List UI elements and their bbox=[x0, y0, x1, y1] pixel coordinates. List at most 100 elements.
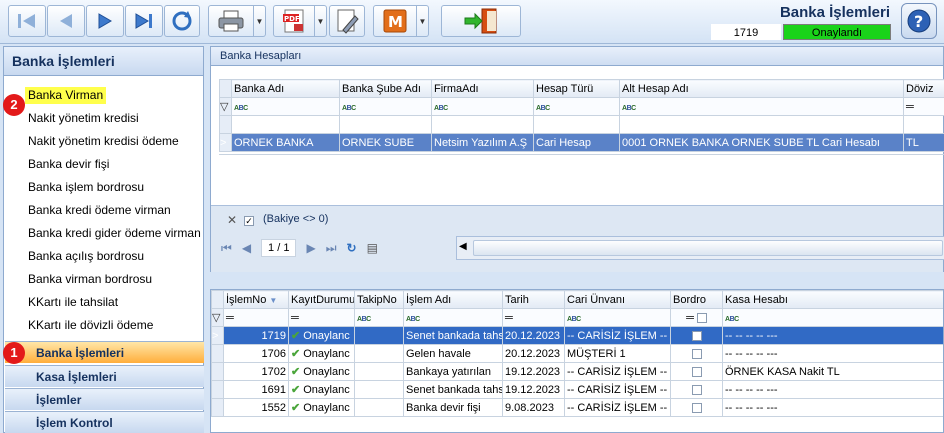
next-record-icon bbox=[98, 13, 112, 29]
edit-document-icon bbox=[337, 9, 359, 34]
nav-item[interactable]: Nakit yönetim kredisi bbox=[28, 110, 139, 127]
nav-item[interactable]: Banka açılış bordrosu bbox=[28, 248, 144, 265]
filter-cell[interactable]: ABC bbox=[619, 97, 904, 116]
bank-accounts-grid: Banka Adı Banka Şube Adı FirmaAdı Hesap … bbox=[219, 79, 944, 152]
column-header[interactable]: Cari Ünvanı bbox=[564, 290, 671, 309]
column-header[interactable]: Alt Hesap Adı bbox=[619, 79, 904, 98]
print-icon bbox=[218, 10, 244, 32]
filter-cell[interactable]: ABC bbox=[533, 97, 620, 116]
nav-item[interactable]: Banka virman bordrosu bbox=[28, 271, 152, 288]
nav-item[interactable]: KKartı ile tahsilat bbox=[28, 294, 118, 311]
table-row[interactable]: 1702 ✔ Onaylanc Bankaya yatırılan 19.12.2… bbox=[211, 362, 943, 381]
filter-cell[interactable]: ABC bbox=[231, 97, 340, 116]
nav-item[interactable]: Banka devir fişi bbox=[28, 156, 109, 173]
pager-refresh-icon[interactable]: ↻ bbox=[347, 241, 357, 255]
table-row[interactable]: 1706 ✔ Onaylanc Gelen havale 20.12.2023 M… bbox=[211, 344, 943, 363]
table-row[interactable]: > ORNEK BANKA ORNEK SUBE Netsim Yazılım … bbox=[219, 133, 944, 152]
bank-accounts-title: Banka Hesapları bbox=[211, 47, 943, 66]
toolbar: ▼ PDF ▼ M ▼ Banka İşlemleri 1719 Onaylan… bbox=[0, 0, 944, 44]
filter-cell[interactable]: ABC bbox=[431, 97, 534, 116]
bank-accounts-panel: Banka Hesapları Banka Adı Banka Şube Adı… bbox=[210, 46, 944, 272]
filter-cell[interactable]: ═ bbox=[223, 308, 289, 327]
nav-item[interactable]: Banka işlem bordrosu bbox=[28, 179, 144, 196]
pager-export-icon[interactable]: ▤ bbox=[367, 241, 378, 255]
status-badge: Onaylandı bbox=[783, 24, 891, 40]
filter-cell[interactable]: ABC bbox=[722, 308, 943, 327]
table-row[interactable]: > 1719 ✔ Onaylanc Senet bankada tahs 20.1… bbox=[211, 326, 943, 345]
horizontal-scrollbar[interactable]: ◀ bbox=[456, 236, 944, 260]
grid-footer: ✕ ✓ (Bakiye <> 0) ⏮ ◀ 1 / 1 ▶ ⏭ ↻ ▤ ◀ bbox=[211, 205, 944, 272]
last-record-button[interactable] bbox=[125, 5, 163, 37]
operations-grid: İşlemNo ▼ KayıtDurumu TakipNo İşlem Adı … bbox=[211, 290, 943, 417]
pager-position: 1 / 1 bbox=[261, 239, 297, 257]
column-header[interactable]: Hesap Türü bbox=[533, 79, 620, 98]
filter-cell[interactable]: ABC bbox=[354, 308, 404, 327]
operations-panel: İşlemNo ▼ KayıtDurumu TakipNo İşlem Adı … bbox=[210, 289, 944, 433]
clear-filter-icon[interactable]: ✕ bbox=[227, 213, 237, 227]
filter-icon[interactable]: ▽ bbox=[211, 308, 224, 327]
refresh-button[interactable] bbox=[164, 5, 200, 37]
column-header[interactable]: İşlemNo ▼ bbox=[223, 290, 289, 309]
table-row[interactable]: 1552 ✔ Onaylanc Banka devir fişi 9.08.202… bbox=[211, 398, 943, 417]
m-dropdown[interactable]: ▼ bbox=[417, 5, 429, 37]
sort-icon: ▼ bbox=[269, 295, 278, 305]
pager-first-icon[interactable]: ⏮ bbox=[221, 241, 232, 256]
pdf-button[interactable]: PDF bbox=[273, 5, 315, 37]
filter-cell[interactable]: ═ bbox=[670, 308, 723, 327]
group-islem-kontrol[interactable]: İşlem Kontrol bbox=[5, 411, 204, 433]
pager-prev-icon[interactable]: ◀ bbox=[242, 241, 251, 255]
m-button[interactable]: M bbox=[373, 5, 417, 37]
group-banka-islemleri[interactable]: Banka İşlemleri bbox=[5, 341, 204, 363]
previous-record-button[interactable] bbox=[47, 5, 85, 37]
check-icon: ✔ bbox=[291, 384, 301, 396]
step-badge-2: 2 bbox=[3, 94, 25, 116]
table-row[interactable]: 1691 ✔ Onaylanc Senet bankada tahs 19.12.… bbox=[211, 380, 943, 399]
previous-record-icon bbox=[60, 14, 72, 28]
refresh-icon bbox=[172, 11, 192, 31]
nav-item[interactable]: KKartı ile dövizli ödeme bbox=[28, 317, 153, 334]
column-header[interactable]: Banka Şube Adı bbox=[339, 79, 432, 98]
pdf-dropdown[interactable]: ▼ bbox=[315, 5, 327, 37]
nav-item-banka-virman[interactable]: Banka Virman bbox=[25, 87, 107, 104]
step-badge-1: 1 bbox=[3, 342, 25, 364]
filter-text[interactable]: (Bakiye <> 0) bbox=[263, 213, 328, 225]
column-header[interactable]: Döviz bbox=[903, 79, 944, 98]
row-indicator-icon: > bbox=[211, 326, 224, 345]
nav-item[interactable]: Nakit yönetim kredisi ödeme bbox=[28, 133, 179, 150]
column-header[interactable]: FirmaAdı bbox=[431, 79, 534, 98]
filter-cell[interactable]: ═ bbox=[502, 308, 565, 327]
exit-button[interactable] bbox=[441, 5, 521, 37]
filter-cell[interactable]: ═ bbox=[903, 97, 944, 116]
filter-cell[interactable]: ABC bbox=[564, 308, 671, 327]
column-header[interactable]: Kasa Hesabı bbox=[722, 290, 943, 309]
m-icon: M bbox=[383, 9, 407, 33]
nav-item[interactable]: Banka kredi gider ödeme virman bbox=[28, 225, 201, 242]
filter-cell[interactable]: ABC bbox=[339, 97, 432, 116]
nav-item[interactable]: Banka kredi ödeme virman bbox=[28, 202, 171, 219]
filter-cell[interactable]: ABC bbox=[403, 308, 503, 327]
filter-checkbox[interactable]: ✓ bbox=[244, 216, 254, 226]
edit-document-button[interactable] bbox=[329, 5, 365, 37]
pager-last-icon[interactable]: ⏭ bbox=[326, 241, 337, 256]
help-button[interactable]: ? bbox=[901, 3, 937, 39]
group-islemler[interactable]: İşlemler bbox=[5, 388, 204, 410]
scroll-left-icon[interactable]: ◀ bbox=[459, 241, 467, 252]
pager-next-icon[interactable]: ▶ bbox=[306, 241, 315, 255]
bordro-checkbox bbox=[691, 366, 702, 377]
bordro-checkbox bbox=[691, 384, 702, 395]
next-record-button[interactable] bbox=[86, 5, 124, 37]
column-header[interactable]: İşlem Adı bbox=[403, 290, 503, 309]
print-button[interactable] bbox=[208, 5, 254, 37]
column-header[interactable]: Banka Adı bbox=[231, 79, 340, 98]
check-icon: ✔ bbox=[291, 366, 301, 378]
column-header[interactable]: Bordro bbox=[670, 290, 723, 309]
print-dropdown[interactable]: ▼ bbox=[254, 5, 266, 37]
left-panel-title: Banka İşlemleri bbox=[4, 47, 203, 76]
column-header[interactable]: TakipNo bbox=[354, 290, 404, 309]
group-kasa-islemleri[interactable]: Kasa İşlemleri bbox=[5, 365, 204, 387]
column-header[interactable]: KayıtDurumu bbox=[288, 290, 355, 309]
column-header[interactable]: Tarih bbox=[502, 290, 565, 309]
first-record-button[interactable] bbox=[8, 5, 46, 37]
filter-icon[interactable]: ▽ bbox=[219, 97, 232, 116]
filter-cell[interactable]: ═ bbox=[288, 308, 355, 327]
